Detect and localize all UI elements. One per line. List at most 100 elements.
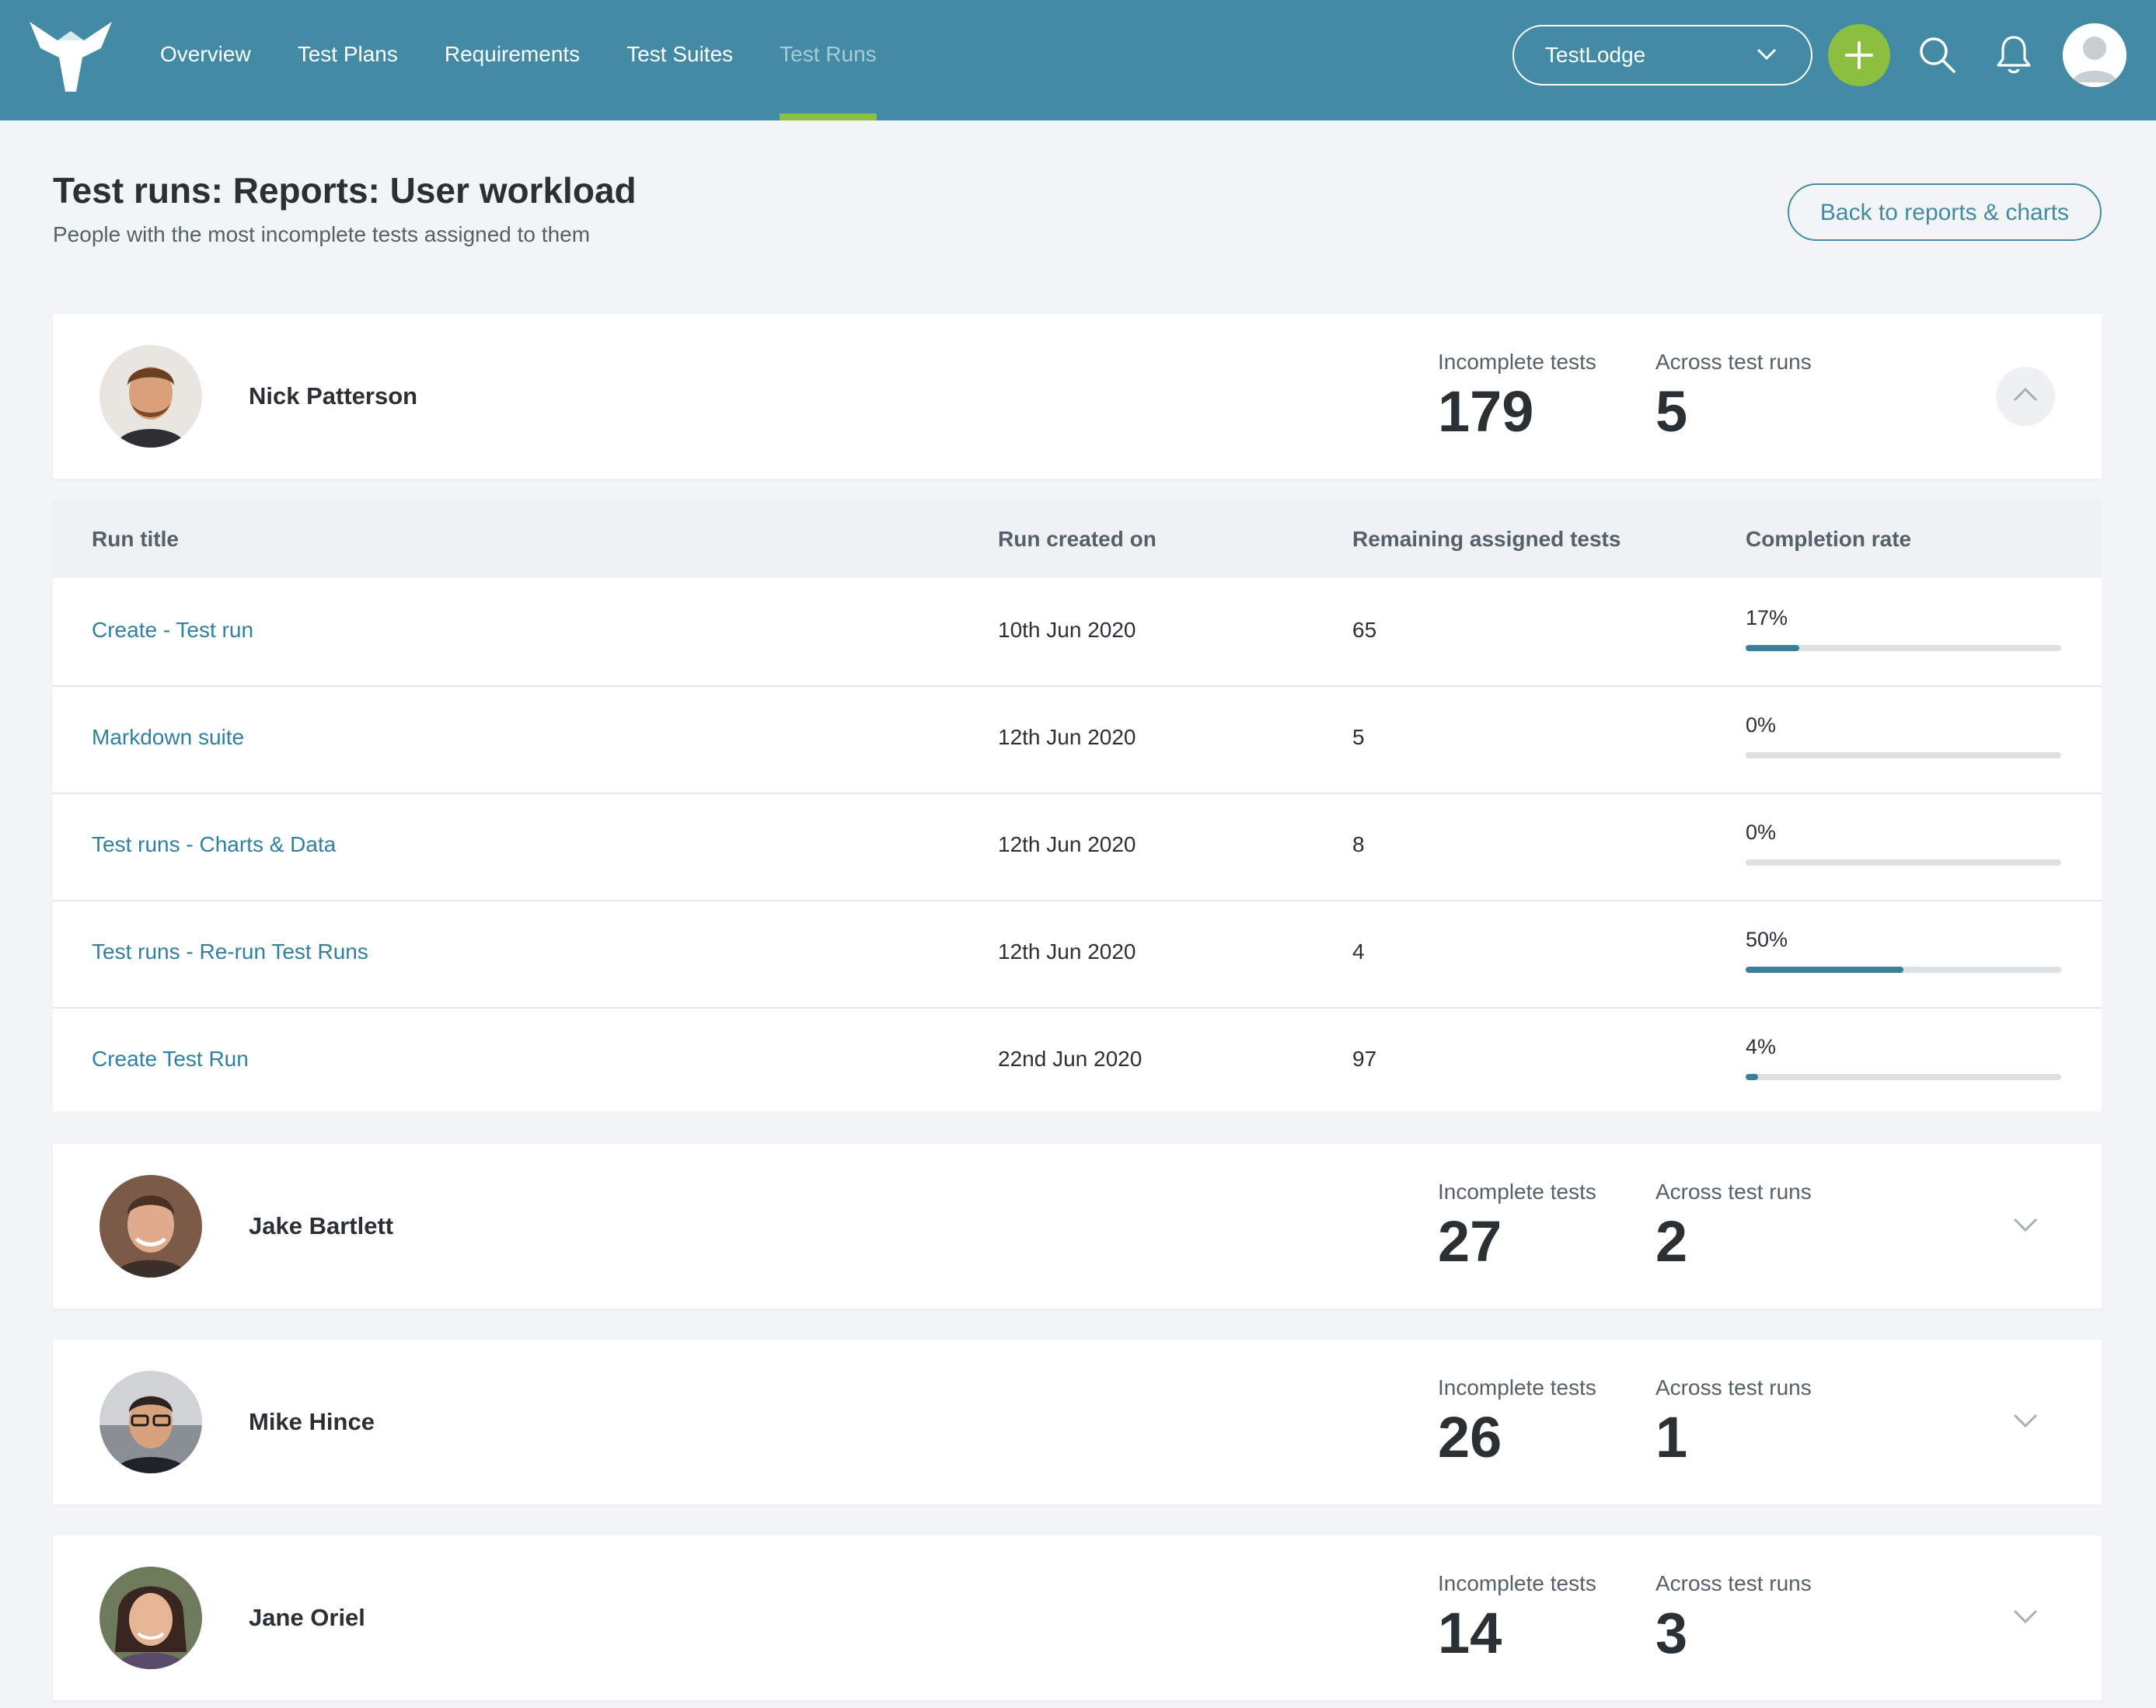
incomplete-tests-stat: Incomplete tests 14 <box>1438 1571 1596 1666</box>
stat-value: 26 <box>1438 1405 1502 1469</box>
remaining-tests: 8 <box>1352 832 1365 856</box>
main-nav: Overview Test Plans Requirements Test Su… <box>160 0 923 120</box>
user-card-nick-patterson: Nick Patterson Incomplete tests 179 Acro… <box>53 314 2102 479</box>
user-avatar <box>99 1175 202 1278</box>
stat-label: Across test runs <box>1655 1375 1812 1400</box>
collapse-toggle[interactable] <box>1996 367 2055 426</box>
notifications-button[interactable] <box>1994 33 2033 80</box>
nav-test-runs[interactable]: Test Runs <box>780 0 877 120</box>
completion-rate: 0% <box>1746 713 1777 737</box>
table-row: Test runs - Charts & Data 12th Jun 2020 … <box>53 793 2102 901</box>
completion-progress-bar <box>1746 967 2061 973</box>
across-test-runs-stat: Across test runs 1 <box>1655 1375 1812 1470</box>
run-created-date: 22nd Jun 2020 <box>998 1047 1143 1071</box>
completion-progress-bar <box>1746 645 2061 651</box>
user-name: Jake Bartlett <box>249 1212 394 1239</box>
progress-fill <box>1746 967 1903 973</box>
stat-label: Incomplete tests <box>1438 350 1596 374</box>
stat-label: Across test runs <box>1655 1571 1812 1595</box>
nav-requirements[interactable]: Requirements <box>445 0 580 120</box>
completion-rate: 17% <box>1746 606 1788 629</box>
run-title-link[interactable]: Test runs - Re-run Test Runs <box>92 900 368 1004</box>
remaining-tests: 97 <box>1352 1047 1377 1071</box>
account-select-value: TestLodge <box>1545 43 1646 67</box>
run-created-date: 12th Jun 2020 <box>998 832 1136 856</box>
user-name: Mike Hince <box>249 1408 375 1435</box>
user-avatar <box>99 1371 202 1473</box>
remaining-tests: 65 <box>1352 618 1377 642</box>
incomplete-tests-stat: Incomplete tests 179 <box>1438 350 1596 444</box>
table-row: Create - Test run 10th Jun 2020 65 17% <box>53 578 2102 687</box>
across-test-runs-stat: Across test runs 2 <box>1655 1180 1812 1274</box>
table-row: Markdown suite 12th Jun 2020 5 0% <box>53 685 2102 794</box>
remaining-tests: 4 <box>1352 939 1365 964</box>
page-title: Test runs: Reports: User workload <box>53 170 637 211</box>
chevron-down-icon <box>2013 1413 2038 1428</box>
stat-value: 14 <box>1438 1601 1502 1665</box>
stat-label: Incomplete tests <box>1438 1571 1596 1595</box>
across-test-runs-stat: Across test runs 3 <box>1655 1571 1812 1666</box>
incomplete-tests-stat: Incomplete tests 26 <box>1438 1375 1596 1470</box>
table-row: Test runs - Re-run Test Runs 12th Jun 20… <box>53 900 2102 1009</box>
progress-fill <box>1746 645 1800 651</box>
user-name: Jane Oriel <box>249 1604 365 1631</box>
nav-test-suites[interactable]: Test Suites <box>626 0 733 120</box>
search-icon <box>1920 37 1955 73</box>
add-button[interactable] <box>1828 24 1890 86</box>
plus-icon <box>1845 41 1873 69</box>
run-title-link[interactable]: Test runs - Charts & Data <box>92 793 336 897</box>
completion-rate: 50% <box>1746 928 1788 951</box>
account-select[interactable]: TestLodge <box>1512 25 1812 85</box>
search-button[interactable] <box>1918 36 1957 78</box>
back-to-reports-button[interactable]: Back to reports & charts <box>1788 183 2102 241</box>
completion-progress-bar <box>1746 859 2061 866</box>
progress-fill <box>1746 1074 1759 1080</box>
chevron-down-icon <box>2013 1609 2038 1624</box>
nav-overview[interactable]: Overview <box>160 0 251 120</box>
stat-value: 3 <box>1655 1601 1688 1665</box>
stat-label: Incomplete tests <box>1438 1180 1596 1204</box>
run-title-link[interactable]: Markdown suite <box>92 685 244 790</box>
stat-label: Across test runs <box>1655 350 1812 374</box>
column-header-completion: Completion rate <box>1746 527 1912 551</box>
column-header-run-created: Run created on <box>998 527 1156 551</box>
chevron-up-icon <box>2013 387 2038 402</box>
user-card-jane-oriel: Jane Oriel Incomplete tests 14 Across te… <box>53 1535 2102 1700</box>
user-avatar <box>99 1567 202 1669</box>
top-navigation-bar: Overview Test Plans Requirements Test Su… <box>0 0 2156 120</box>
run-created-date: 12th Jun 2020 <box>998 725 1136 749</box>
stat-label: Incomplete tests <box>1438 1375 1596 1400</box>
expand-toggle[interactable] <box>1996 1197 2055 1256</box>
bell-icon <box>1997 36 2031 74</box>
user-avatar <box>99 345 202 448</box>
expand-toggle[interactable] <box>1996 1588 2055 1647</box>
column-header-run-title: Run title <box>92 527 179 551</box>
user-menu-avatar[interactable] <box>2063 23 2126 87</box>
expand-toggle[interactable] <box>1996 1393 2055 1452</box>
remaining-tests: 5 <box>1352 725 1365 749</box>
user-avatar-icon <box>2063 23 2126 87</box>
runs-table: Run title Run created on Remaining assig… <box>53 500 2102 1111</box>
stat-value: 5 <box>1655 379 1688 444</box>
completion-progress-bar <box>1746 1074 2061 1080</box>
stat-value: 27 <box>1438 1209 1502 1274</box>
run-created-date: 12th Jun 2020 <box>998 939 1136 964</box>
across-test-runs-stat: Across test runs 5 <box>1655 350 1812 444</box>
table-row: Create Test Run 22nd Jun 2020 97 4% <box>53 1007 2102 1111</box>
nav-test-plans[interactable]: Test Plans <box>298 0 398 120</box>
completion-rate: 0% <box>1746 821 1777 844</box>
incomplete-tests-stat: Incomplete tests 27 <box>1438 1180 1596 1274</box>
completion-progress-bar <box>1746 752 2061 758</box>
stat-value: 2 <box>1655 1209 1688 1274</box>
stat-label: Across test runs <box>1655 1180 1812 1204</box>
run-created-date: 10th Jun 2020 <box>998 618 1136 642</box>
chevron-down-icon <box>2013 1218 2038 1232</box>
testlodge-logo-icon[interactable] <box>26 17 115 93</box>
user-name: Nick Patterson <box>249 382 418 410</box>
run-title-link[interactable]: Create - Test run <box>92 578 253 682</box>
completion-rate: 4% <box>1746 1035 1777 1058</box>
chevron-down-icon <box>1757 48 1777 61</box>
table-header: Run title Run created on Remaining assig… <box>53 500 2102 578</box>
run-title-link[interactable]: Create Test Run <box>92 1007 249 1111</box>
stat-value: 179 <box>1438 379 1534 444</box>
